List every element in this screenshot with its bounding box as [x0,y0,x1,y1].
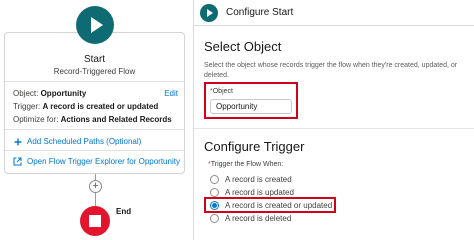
external-link-icon [13,157,22,166]
trigger-group-label-text: Trigger the Flow When: [210,161,284,168]
object-value: Opportunity [40,89,87,98]
start-play-icon [200,3,218,22]
start-element-card[interactable]: Start Record-Triggered Flow Object: Oppo… [4,32,185,174]
trigger-row: Trigger: A record is created or updated [13,102,158,111]
optimize-value: Actions and Related Records [60,115,172,124]
radio-label: A record is deleted [225,214,292,223]
start-play-icon [76,6,114,44]
radio-label: A record is updated [225,188,294,197]
radio-label: A record is created [225,175,292,184]
radio-button[interactable] [210,214,219,223]
open-trigger-explorer-label: Open Flow Trigger Explorer for Opportuni… [27,157,180,166]
radio-option-deleted[interactable]: A record is deleted [210,214,291,223]
object-field-label-text: Object [212,88,233,95]
radio-button[interactable] [210,188,219,197]
optimize-label: Optimize for: [13,115,59,124]
open-trigger-explorer-link[interactable]: Open Flow Trigger Explorer for Opportuni… [13,157,180,166]
object-label: Object: [13,89,39,98]
add-scheduled-paths-link[interactable]: Add Scheduled Paths (Optional) [13,137,141,146]
card-divider [5,150,184,151]
trigger-label: Trigger: [13,102,41,111]
trigger-value: A record is created or updated [42,102,159,111]
end-stop-icon [80,206,110,236]
radio-option-created[interactable]: A record is created [210,175,292,184]
radio-button-selected[interactable] [210,201,219,210]
card-divider [5,81,184,82]
edit-link[interactable]: Edit [164,89,178,98]
radio-option-updated[interactable]: A record is updated [210,188,294,197]
flow-canvas: Start Record-Triggered Flow Object: Oppo… [0,0,190,240]
start-subtitle: Record-Triggered Flow [53,67,136,76]
panel-header: Configure Start [194,0,474,26]
radio-button[interactable] [210,175,219,184]
trigger-group-label: *Trigger the Flow When: [208,161,283,168]
plus-icon [13,137,22,146]
section-separator [194,128,474,129]
card-divider [5,129,184,130]
radio-label: A record is created or updated [225,201,333,210]
start-title: Start [83,54,106,65]
select-object-heading: Select Object [204,39,282,54]
end-label: End [116,207,132,216]
object-input[interactable]: Opportunity [210,99,292,114]
radio-option-created-or-updated[interactable]: A record is created or updated [210,201,332,210]
add-element-button[interactable]: + [89,180,102,193]
configure-trigger-heading: Configure Trigger [204,139,305,154]
add-scheduled-paths-label: Add Scheduled Paths (Optional) [27,137,142,146]
optimize-row: Optimize for: Actions and Related Record… [13,115,172,124]
configure-start-panel: Configure Start Select Object Select the… [193,0,474,240]
select-object-description: Select the object whose records trigger … [204,62,458,79]
object-field-label: *Object [210,88,233,95]
panel-title: Configure Start [226,7,294,18]
object-row: Object: Opportunity [13,89,86,98]
